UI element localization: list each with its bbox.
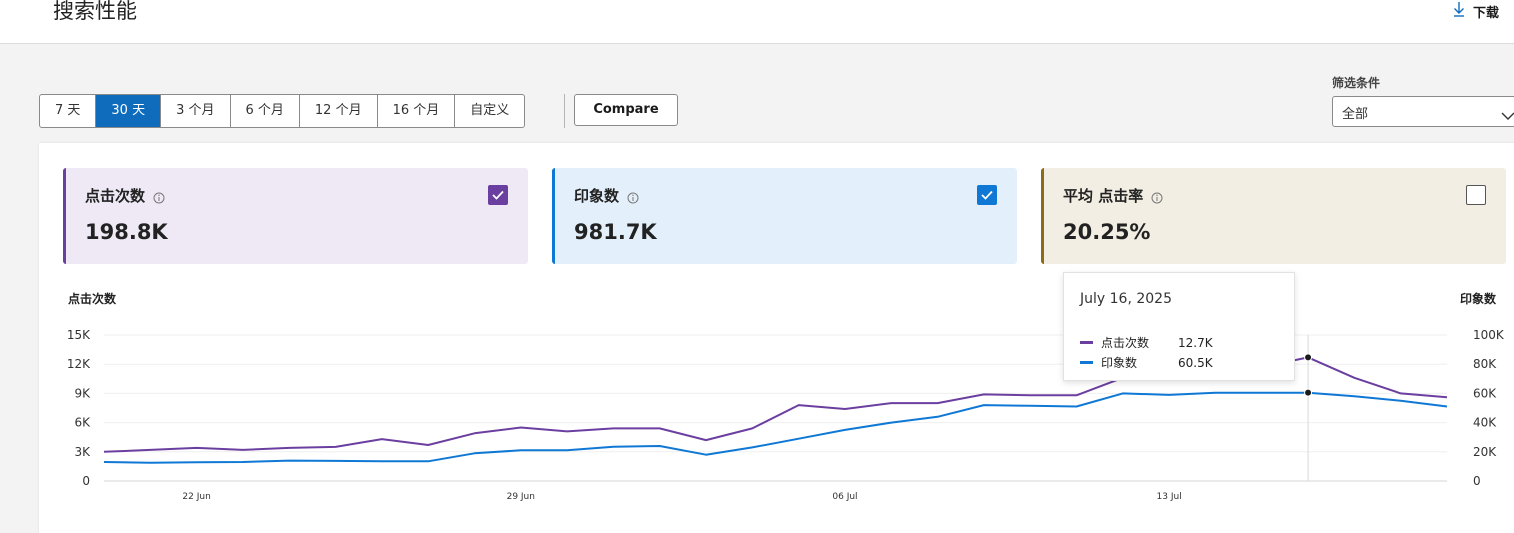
legend-swatch	[1080, 341, 1093, 344]
compare-button[interactable]: Compare	[574, 94, 678, 126]
tooltip-series-name: 印象数	[1101, 356, 1138, 370]
metric-card-ctr[interactable]: 平均 点击率 20.25%	[1041, 168, 1506, 264]
date-range-group: 7 天 30 天 3 个月 6 个月 12 个月 16 个月 自定义	[39, 94, 526, 128]
metric-title: 平均 点击率	[1063, 187, 1144, 205]
legend-swatch	[1080, 361, 1093, 364]
top-bar: 搜索性能 下载	[0, 0, 1514, 44]
range-custom[interactable]: 自定义	[455, 95, 524, 127]
filter-select[interactable]: 全部	[1332, 96, 1514, 127]
check-icon	[492, 190, 504, 200]
metric-checkbox[interactable]	[1466, 185, 1486, 205]
range-16-months[interactable]: 16 个月	[378, 95, 456, 127]
range-30-days[interactable]: 30 天	[96, 95, 162, 127]
metric-title-row: 印象数	[574, 185, 639, 206]
filter-value: 全部	[1342, 107, 1369, 122]
metric-card-impressions[interactable]: 印象数 981.7K	[552, 168, 1017, 264]
filter-label: 筛选条件	[1332, 76, 1381, 90]
metric-checkbox[interactable]	[488, 185, 508, 205]
page-title: 搜索性能	[53, 0, 137, 23]
tooltip-series-name: 点击次数	[1101, 336, 1150, 350]
range-6-months[interactable]: 6 个月	[231, 95, 300, 127]
range-7-days[interactable]: 7 天	[40, 95, 97, 127]
metric-title-row: 平均 点击率	[1063, 185, 1163, 206]
download-button[interactable]: 下载	[1453, 1, 1499, 21]
metric-value: 981.7K	[574, 220, 657, 244]
metric-title: 印象数	[574, 187, 620, 205]
range-3-months[interactable]: 3 个月	[161, 95, 231, 127]
info-icon[interactable]	[627, 190, 639, 203]
tooltip-date: July 16, 2025	[1080, 291, 1172, 307]
tooltip-row-impressions: 印象数 60.5K	[1080, 354, 1213, 371]
check-icon	[981, 190, 993, 200]
tooltip-series-value: 12.7K	[1178, 335, 1213, 350]
info-icon[interactable]	[1151, 190, 1163, 203]
metric-title-row: 点击次数	[85, 185, 165, 206]
tooltip-row-clicks: 点击次数 12.7K	[1080, 334, 1213, 351]
download-label: 下载	[1472, 5, 1499, 21]
info-icon[interactable]	[153, 190, 165, 203]
metric-title: 点击次数	[85, 187, 146, 205]
metric-checkbox[interactable]	[977, 185, 997, 205]
metric-card-clicks[interactable]: 点击次数 198.8K	[63, 168, 528, 264]
toolbar-divider	[564, 94, 565, 128]
download-icon	[1453, 1, 1465, 21]
range-12-months[interactable]: 12 个月	[300, 95, 378, 127]
chevron-down-icon	[1501, 106, 1514, 125]
metric-value: 20.25%	[1063, 220, 1151, 244]
metric-value: 198.8K	[85, 220, 168, 244]
tooltip-series-value: 60.5K	[1178, 355, 1213, 370]
chart-tooltip: July 16, 2025 点击次数 12.7K 印象数 60.5K	[1063, 272, 1295, 381]
